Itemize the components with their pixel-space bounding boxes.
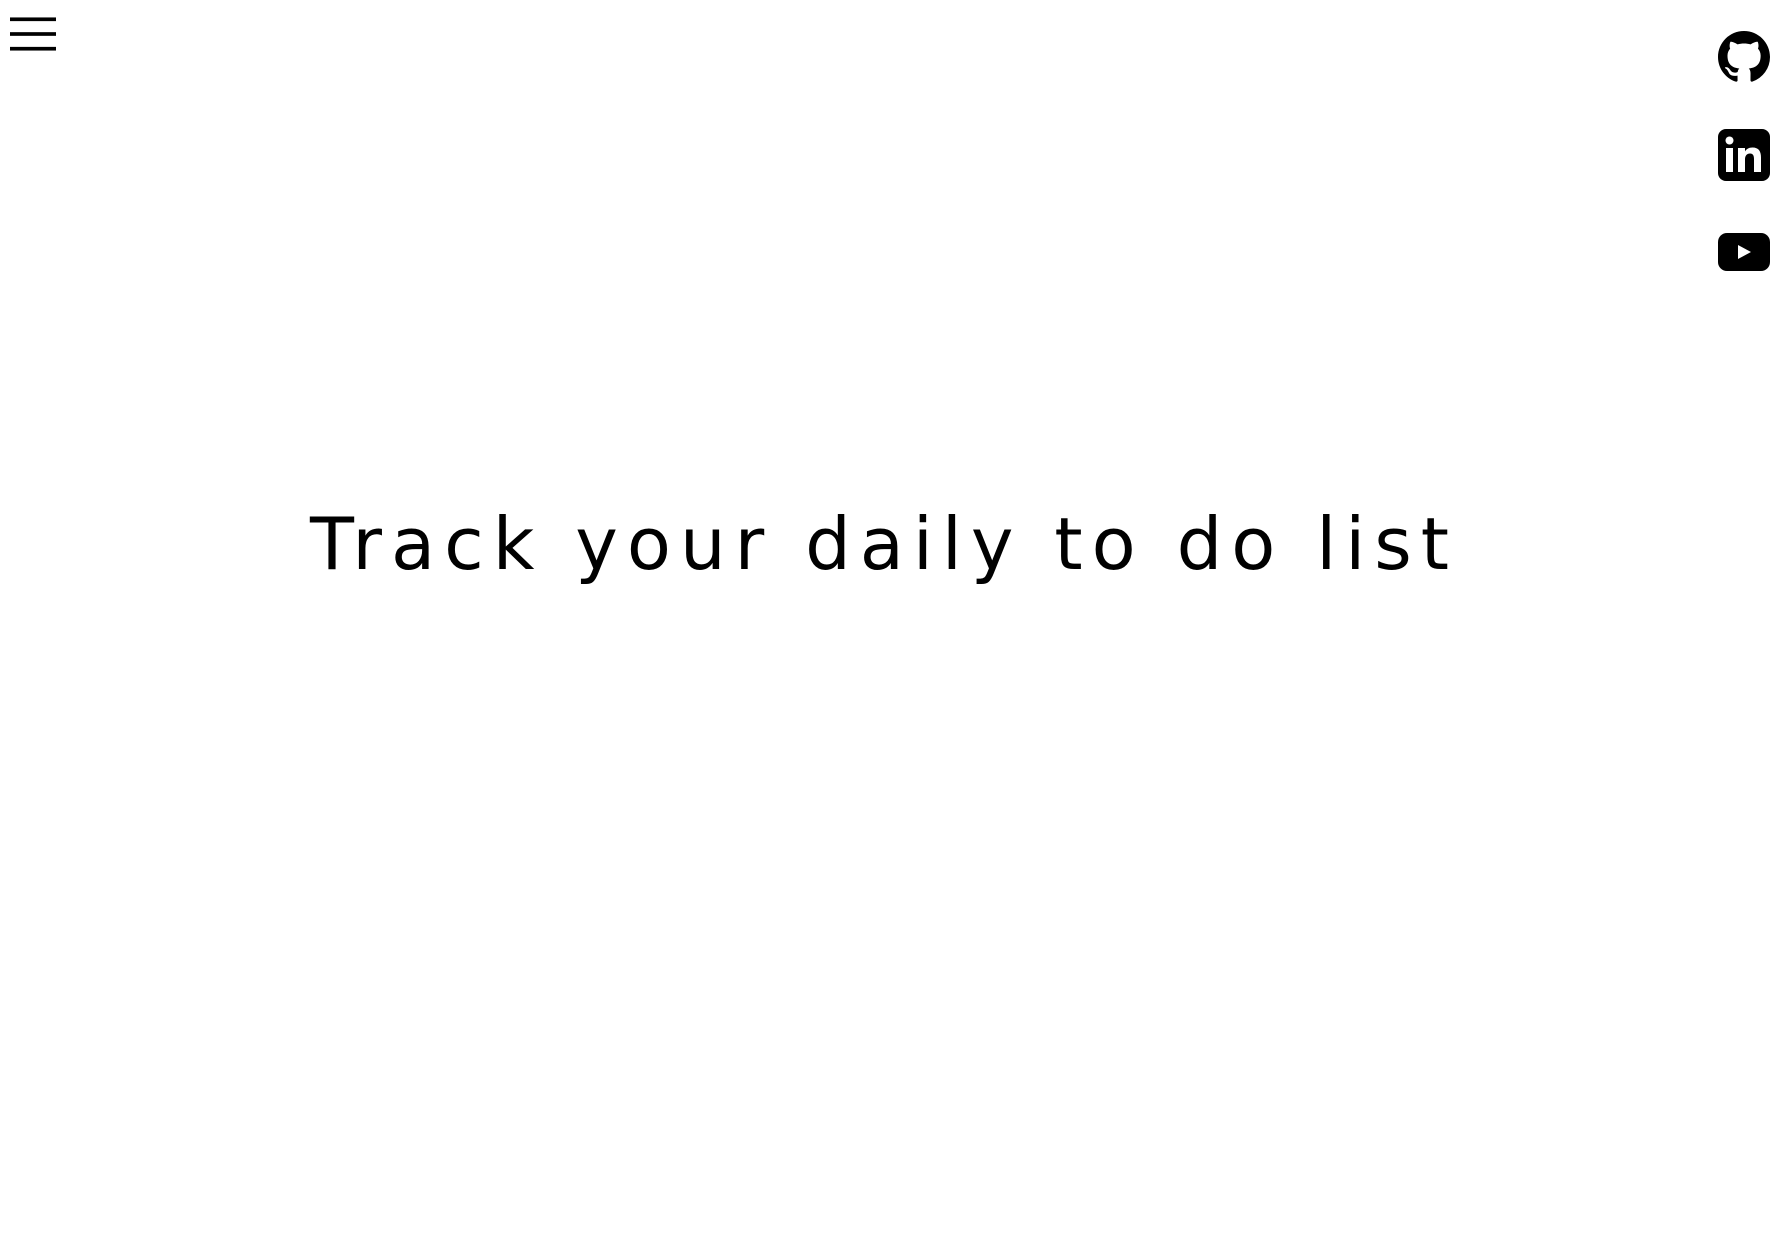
page: Track your daily to do list <box>0 0 1784 1252</box>
youtube-link[interactable] <box>1718 226 1770 278</box>
github-icon <box>1718 31 1770 82</box>
hero-title: Track your daily to do list <box>310 502 1458 586</box>
menu-button[interactable] <box>10 14 56 54</box>
hamburger-menu-icon <box>10 17 56 51</box>
github-link[interactable] <box>1718 31 1770 83</box>
linkedin-link[interactable] <box>1718 129 1770 181</box>
youtube-icon <box>1718 233 1770 271</box>
linkedin-icon <box>1718 129 1770 181</box>
